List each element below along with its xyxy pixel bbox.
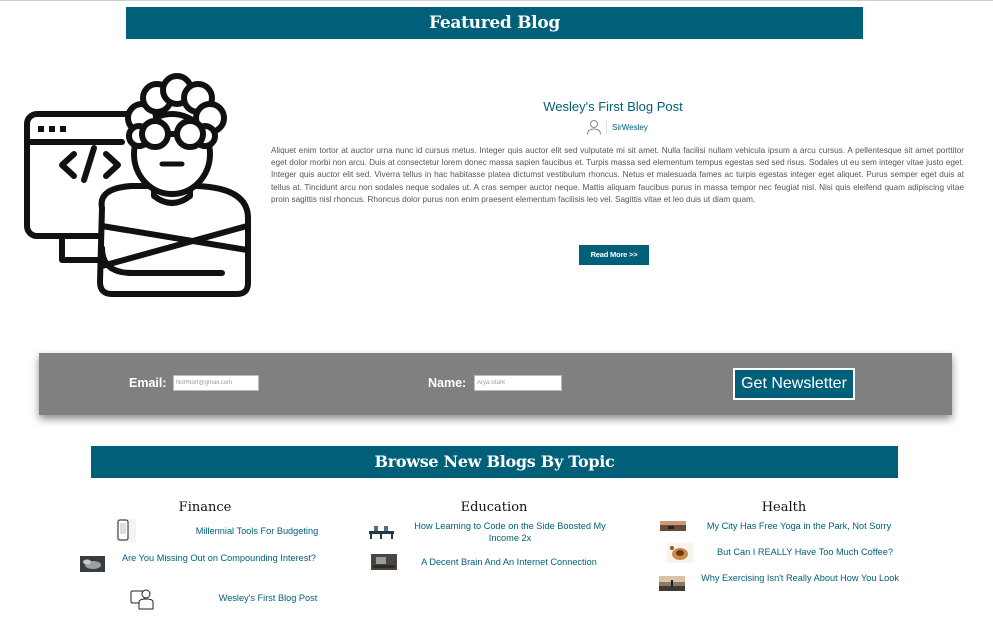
education-column-title: Education xyxy=(460,500,528,515)
newsletter-bar: Email: Name: Get Newsletter xyxy=(39,353,952,415)
email-field[interactable] xyxy=(173,375,259,391)
featured-blog-heading: Featured Blog xyxy=(126,7,863,39)
user-icon xyxy=(587,120,601,135)
finance-post-link-3[interactable]: Wesley's First Blog Post xyxy=(200,592,336,604)
read-more-button[interactable]: Read More >> xyxy=(579,245,649,265)
name-field[interactable] xyxy=(474,375,562,391)
education-post-link-2[interactable]: A Decent Brain And An Internet Connectio… xyxy=(402,556,616,568)
top-divider xyxy=(0,0,993,1)
finance-post-link-1[interactable]: Millennial Tools For Budgeting xyxy=(162,525,352,537)
author-row: SirWesley xyxy=(586,118,648,136)
health-column-title: Health xyxy=(761,500,807,515)
email-label: Email: xyxy=(129,376,167,390)
featured-post-excerpt: Aliquet enim tortor at auctor urna nunc … xyxy=(271,146,964,204)
developer-illustration-icon xyxy=(24,73,251,297)
desk-thumbnail-icon[interactable] xyxy=(371,554,397,570)
health-post-link-2[interactable]: But Can I REALLY Have Too Much Coffee? xyxy=(702,546,908,558)
browse-topics-heading: Browse New Blogs By Topic xyxy=(91,446,898,478)
developer-thumbnail-icon[interactable] xyxy=(130,586,155,610)
yoga-thumbnail-icon[interactable] xyxy=(660,521,686,531)
get-newsletter-button[interactable]: Get Newsletter xyxy=(733,368,855,400)
finance-column-title: Finance xyxy=(178,500,232,515)
education-post-link-1[interactable]: How Learning to Code on the Side Boosted… xyxy=(404,520,616,544)
coins-thumbnail-icon[interactable] xyxy=(80,556,105,572)
name-label: Name: xyxy=(428,376,467,390)
author-divider xyxy=(606,120,607,134)
health-post-link-3[interactable]: Why Exercising Isn't Really About How Yo… xyxy=(692,572,908,584)
author-name[interactable]: SirWesley xyxy=(612,123,648,132)
exercise-thumbnail-icon[interactable] xyxy=(659,576,685,591)
classroom-thumbnail-icon[interactable] xyxy=(368,522,395,539)
health-post-link-1[interactable]: My City Has Free Yoga in the Park, Not S… xyxy=(692,520,906,532)
finance-post-link-2[interactable]: Are You Missing Out on Compounding Inter… xyxy=(120,552,318,564)
phone-thumbnail-icon[interactable] xyxy=(116,519,136,542)
featured-post-title[interactable]: Wesley's First Blog Post xyxy=(460,99,766,114)
coffee-thumbnail-icon[interactable] xyxy=(667,543,693,563)
